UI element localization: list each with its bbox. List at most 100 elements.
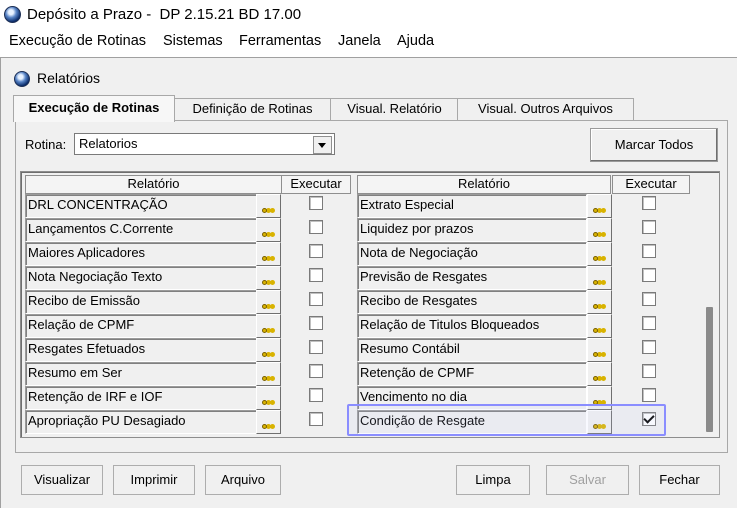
executar-checkbox[interactable]	[642, 364, 656, 378]
ellipsis-lookup-icon	[262, 208, 274, 213]
relatorio-cell[interactable]: Resumo Contábil	[357, 338, 587, 362]
executar-checkbox[interactable]	[309, 244, 323, 258]
executar-checkbox[interactable]	[309, 316, 323, 330]
column-header-relatorio-left: Relatório	[25, 175, 282, 194]
fechar-button[interactable]: Fechar	[639, 465, 720, 495]
relatorio-cell[interactable]: Resgates Efetuados	[25, 338, 257, 362]
ellipsis-lookup-icon	[262, 424, 274, 429]
menu-sistemas[interactable]: Sistemas	[163, 33, 223, 49]
relatorio-cell[interactable]: Extrato Especial	[357, 194, 587, 218]
lookup-button[interactable]	[587, 266, 612, 290]
lookup-button[interactable]	[587, 194, 612, 218]
relatorio-cell[interactable]: Maiores Aplicadores	[25, 242, 257, 266]
lookup-button[interactable]	[256, 410, 281, 434]
marcar-todos-button[interactable]: Marcar Todos	[590, 128, 718, 162]
arquivo-button[interactable]: Arquivo	[205, 465, 281, 495]
executar-checkbox[interactable]	[642, 244, 656, 258]
executar-checkbox[interactable]	[309, 340, 323, 354]
tab-execucao-de-rotinas[interactable]: Execução de Rotinas	[13, 95, 175, 122]
ellipsis-lookup-icon	[593, 232, 605, 237]
tab-visual-relatorio[interactable]: Visual. Relatório	[330, 98, 459, 121]
executar-checkbox[interactable]	[309, 220, 323, 234]
ellipsis-lookup-icon	[593, 376, 605, 381]
executar-checkbox[interactable]	[642, 292, 656, 306]
relatorios-title-bar: Relatórios	[1, 58, 737, 90]
lookup-button[interactable]	[256, 194, 281, 218]
salvar-button[interactable]: Salvar	[546, 465, 629, 495]
lookup-button[interactable]	[256, 218, 281, 242]
executar-checkbox[interactable]	[642, 220, 656, 234]
executar-checkbox[interactable]	[309, 388, 323, 402]
ellipsis-lookup-icon	[593, 256, 605, 261]
column-header-executar-right: Executar	[612, 175, 690, 194]
lookup-button[interactable]	[256, 314, 281, 338]
executar-checkbox[interactable]	[309, 412, 323, 426]
relatorio-cell[interactable]: Retenção de CPMF	[357, 362, 587, 386]
relatorio-cell[interactable]: Recibo de Resgates	[357, 290, 587, 314]
menu-ajuda[interactable]: Ajuda	[397, 33, 434, 49]
relatorio-cell[interactable]: Relação de Titulos Bloqueados	[357, 314, 587, 338]
executar-checkbox[interactable]	[309, 364, 323, 378]
menu-janela[interactable]: Janela	[338, 33, 381, 49]
ellipsis-lookup-icon	[262, 280, 274, 285]
lookup-button[interactable]	[256, 242, 281, 266]
menu-execucao-de-rotinas[interactable]: Execução de Rotinas	[9, 33, 146, 49]
lookup-button[interactable]	[256, 338, 281, 362]
chevron-down-icon[interactable]	[313, 136, 332, 154]
lookup-button[interactable]	[587, 338, 612, 362]
relatorio-cell[interactable]: Recibo de Emissão	[25, 290, 257, 314]
menu-ferramentas[interactable]: Ferramentas	[239, 33, 321, 49]
ellipsis-lookup-icon	[262, 400, 274, 405]
relatorio-cell[interactable]: Resumo em Ser	[25, 362, 257, 386]
app-title-bar: Depósito a Prazo - DP 2.15.21 BD 17.00	[0, 0, 737, 30]
relatorio-cell[interactable]: DRL CONCENTRAÇÃO	[25, 194, 257, 218]
relatorio-cell[interactable]: Retenção de IRF e IOF	[25, 386, 257, 410]
lookup-button[interactable]	[256, 362, 281, 386]
lookup-button[interactable]	[587, 242, 612, 266]
relatorio-cell[interactable]: Liquidez por prazos	[357, 218, 587, 242]
executar-checkbox[interactable]	[309, 268, 323, 282]
lookup-button[interactable]	[256, 386, 281, 410]
relatorio-cell[interactable]: Previsão de Resgates	[357, 266, 587, 290]
ellipsis-lookup-icon	[262, 328, 274, 333]
rotina-label: Rotina:	[25, 137, 67, 152]
tab-visual-outros-arquivos[interactable]: Visual. Outros Arquivos	[457, 98, 634, 121]
tab-definicao-de-rotinas[interactable]: Definição de Rotinas	[173, 98, 332, 121]
lookup-button[interactable]	[256, 266, 281, 290]
limpa-button[interactable]: Limpa	[456, 465, 530, 495]
executar-checkbox[interactable]	[309, 196, 323, 210]
executar-checkbox[interactable]	[309, 292, 323, 306]
globe-app-icon	[14, 71, 30, 87]
executar-checkbox[interactable]	[642, 388, 656, 402]
executar-checkbox[interactable]	[642, 316, 656, 330]
rotina-select[interactable]: Relatorios	[74, 133, 335, 155]
relatorio-cell[interactable]: Lançamentos C.Corrente	[25, 218, 257, 242]
lookup-button[interactable]	[256, 290, 281, 314]
relatorio-cell[interactable]: Apropriação PU Desagiado	[25, 410, 257, 434]
menu-bar: Execução de Rotinas Sistemas Ferramentas…	[0, 30, 737, 54]
lookup-button[interactable]	[587, 362, 612, 386]
ellipsis-lookup-icon	[593, 328, 605, 333]
relatorio-cell[interactable]: Relação de CPMF	[25, 314, 257, 338]
relatorios-title: Relatórios	[37, 70, 101, 86]
lookup-button[interactable]	[587, 218, 612, 242]
ellipsis-lookup-icon	[593, 280, 605, 285]
lookup-button[interactable]	[587, 290, 612, 314]
relatorio-cell[interactable]: Nota Negociação Texto	[25, 266, 257, 290]
grid-scrollbar-thumb[interactable]	[706, 307, 713, 432]
rotina-selected-value: Relatorios	[79, 136, 138, 151]
globe-app-icon	[4, 6, 21, 23]
ellipsis-lookup-icon	[262, 232, 274, 237]
selected-row-highlight	[347, 404, 666, 436]
visualizar-button[interactable]: Visualizar	[21, 465, 103, 495]
executar-checkbox[interactable]	[642, 340, 656, 354]
relatorio-cell[interactable]: Nota de Negociação	[357, 242, 587, 266]
executar-checkbox[interactable]	[642, 196, 656, 210]
lookup-button[interactable]	[587, 314, 612, 338]
imprimir-button[interactable]: Imprimir	[113, 465, 195, 495]
column-header-relatorio-right: Relatório	[357, 175, 611, 194]
window-title: Depósito a Prazo - DP 2.15.21 BD 17.00	[27, 6, 302, 23]
executar-checkbox[interactable]	[642, 268, 656, 282]
ellipsis-lookup-icon	[262, 376, 274, 381]
ellipsis-lookup-icon	[593, 352, 605, 357]
